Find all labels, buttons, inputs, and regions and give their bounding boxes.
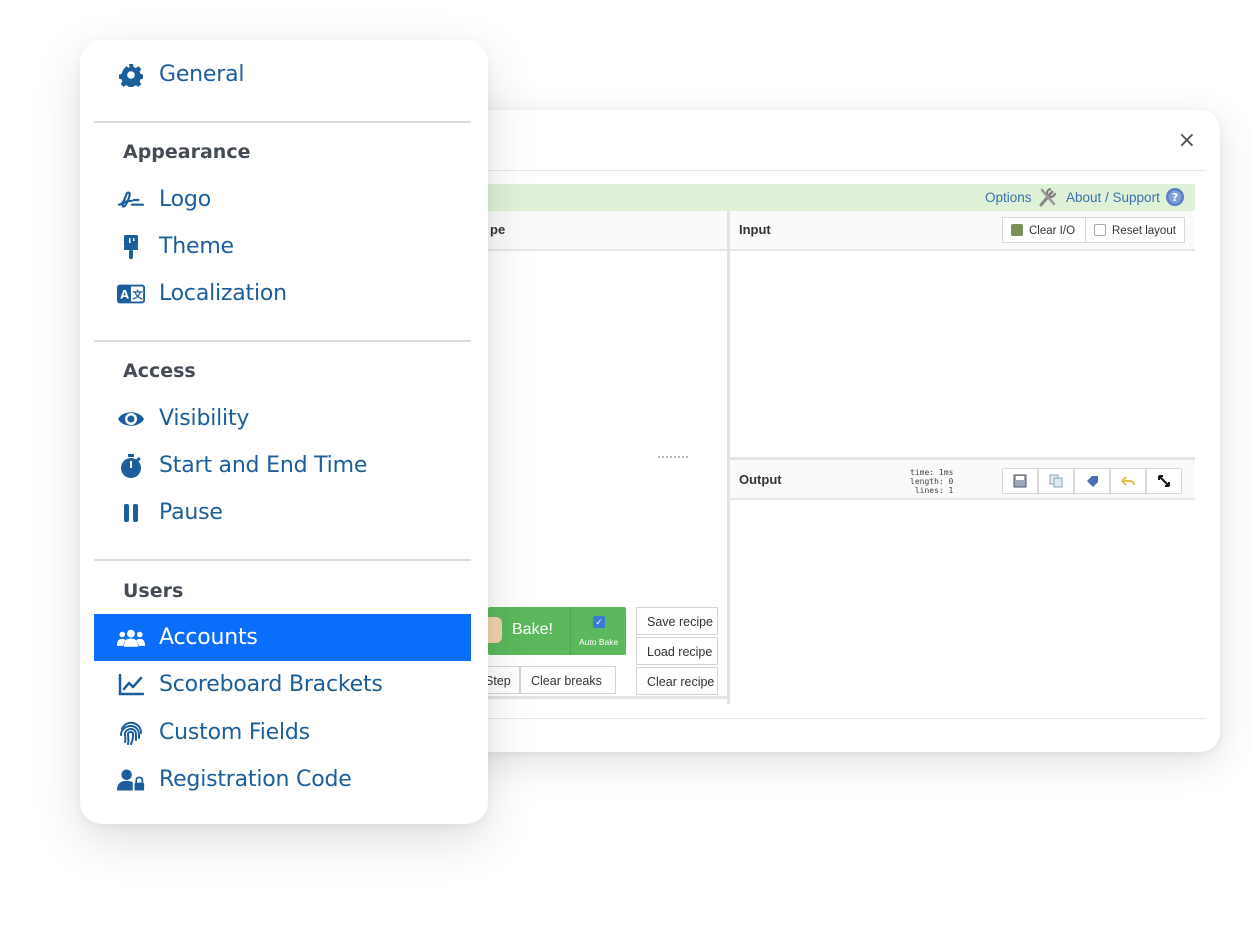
app-banner: Options About / Support ? xyxy=(440,184,1195,211)
language-icon: A 文 xyxy=(117,280,145,308)
menu-item-scoreboard-brackets[interactable]: Scoreboard Brackets xyxy=(94,661,471,708)
copy-output-button[interactable] xyxy=(1038,468,1074,494)
save-icon xyxy=(1013,474,1027,488)
clear-breaks-button[interactable]: Clear breaks xyxy=(520,666,616,694)
output-title: Output xyxy=(739,472,782,487)
menu-item-label: Custom Fields xyxy=(159,720,310,745)
menu-item-theme[interactable]: Theme xyxy=(94,223,471,270)
output-stats: time: 1ms length: 0 lines: 1 xyxy=(910,468,954,495)
menu-item-label: General xyxy=(159,62,245,87)
signature-icon xyxy=(117,186,145,214)
layout-icon xyxy=(1094,224,1106,236)
menu-item-label: Pause xyxy=(159,500,223,525)
menu-item-label: Visibility xyxy=(159,406,250,431)
menu-item-custom-fields[interactable]: Custom Fields xyxy=(94,709,471,756)
gear-icon xyxy=(117,61,145,89)
input-pane: Input Clear I/O Reset layout xyxy=(730,211,1195,457)
section-title-users: Users xyxy=(123,580,184,602)
auto-bake-checkbox[interactable]: ✓ xyxy=(593,616,605,628)
menu-item-label: Theme xyxy=(159,234,234,259)
menu-item-general[interactable]: General xyxy=(94,51,471,98)
chef-icon xyxy=(488,617,502,643)
tag-icon xyxy=(1087,476,1098,487)
output-pane: Output time: 1ms length: 0 lines: 1 xyxy=(730,457,1195,707)
load-recipe-button[interactable]: Load recipe xyxy=(636,637,718,665)
eye-icon xyxy=(117,405,145,433)
menu-item-start-end-time[interactable]: Start and End Time xyxy=(94,442,471,489)
recipe-title: pe xyxy=(490,222,506,237)
replace-input-button[interactable] xyxy=(1074,468,1110,494)
input-header: Input Clear I/O Reset layout xyxy=(730,211,1195,251)
maximise-output-button[interactable] xyxy=(1146,468,1182,494)
bake-button[interactable]: Bake! ✓ Auto Bake xyxy=(488,607,626,655)
tools-icon[interactable] xyxy=(1038,186,1058,211)
trash-icon xyxy=(1011,224,1023,236)
section-title-appearance: Appearance xyxy=(123,141,251,163)
bake-label: Bake! xyxy=(512,621,553,638)
reset-layout-button[interactable]: Reset layout xyxy=(1085,217,1185,243)
menu-item-label: Registration Code xyxy=(159,767,352,792)
options-link[interactable]: Options xyxy=(985,190,1032,205)
menu-item-pause[interactable]: Pause xyxy=(94,489,471,536)
admin-config-menu: General Appearance Logo Theme A 文 Locali… xyxy=(80,40,488,824)
users-icon xyxy=(117,624,145,652)
cyberchef-modal: × Options About / Support ? pe Bake! ✓ A… xyxy=(440,110,1220,752)
pause-icon xyxy=(117,499,145,527)
copy-icon xyxy=(1049,474,1063,488)
stopwatch-icon xyxy=(117,452,145,480)
menu-item-label: Logo xyxy=(159,187,211,212)
menu-item-localization[interactable]: A 文 Localization xyxy=(94,270,471,317)
expand-icon xyxy=(1158,475,1170,487)
modal-divider-top xyxy=(440,170,1206,171)
clear-io-button[interactable]: Clear I/O xyxy=(1002,217,1086,243)
section-title-access: Access xyxy=(123,360,196,382)
user-lock-icon xyxy=(117,766,145,794)
paint-brush-icon xyxy=(117,233,145,261)
chart-line-icon xyxy=(117,671,145,699)
pane-resize-handle[interactable] xyxy=(658,456,688,458)
about-support-link[interactable]: About / Support xyxy=(1066,190,1160,205)
menu-item-label: Accounts xyxy=(159,625,258,650)
undo-output-button[interactable] xyxy=(1110,468,1146,494)
menu-item-accounts[interactable]: Accounts xyxy=(94,614,471,661)
output-header: Output time: 1ms length: 0 lines: 1 xyxy=(730,460,1195,500)
svg-text:A: A xyxy=(120,288,129,301)
menu-item-label: Scoreboard Brackets xyxy=(159,672,383,697)
menu-item-visibility[interactable]: Visibility xyxy=(94,395,471,442)
auto-bake-label: Auto Bake xyxy=(579,637,619,647)
help-icon[interactable]: ? xyxy=(1165,187,1185,210)
save-recipe-button[interactable]: Save recipe xyxy=(636,607,718,635)
fingerprint-icon xyxy=(117,719,145,747)
clear-recipe-button[interactable]: Clear recipe xyxy=(636,667,718,695)
menu-item-logo[interactable]: Logo xyxy=(94,176,471,223)
modal-divider-bottom xyxy=(440,718,1206,719)
close-button[interactable]: × xyxy=(1178,130,1196,152)
svg-text:文: 文 xyxy=(131,288,143,301)
svg-text:?: ? xyxy=(1172,191,1178,204)
save-output-button[interactable] xyxy=(1002,468,1038,494)
input-title: Input xyxy=(739,222,771,237)
menu-item-label: Start and End Time xyxy=(159,453,368,478)
menu-item-label: Localization xyxy=(159,281,287,306)
menu-item-registration-code[interactable]: Registration Code xyxy=(94,756,471,803)
undo-icon xyxy=(1121,476,1135,486)
